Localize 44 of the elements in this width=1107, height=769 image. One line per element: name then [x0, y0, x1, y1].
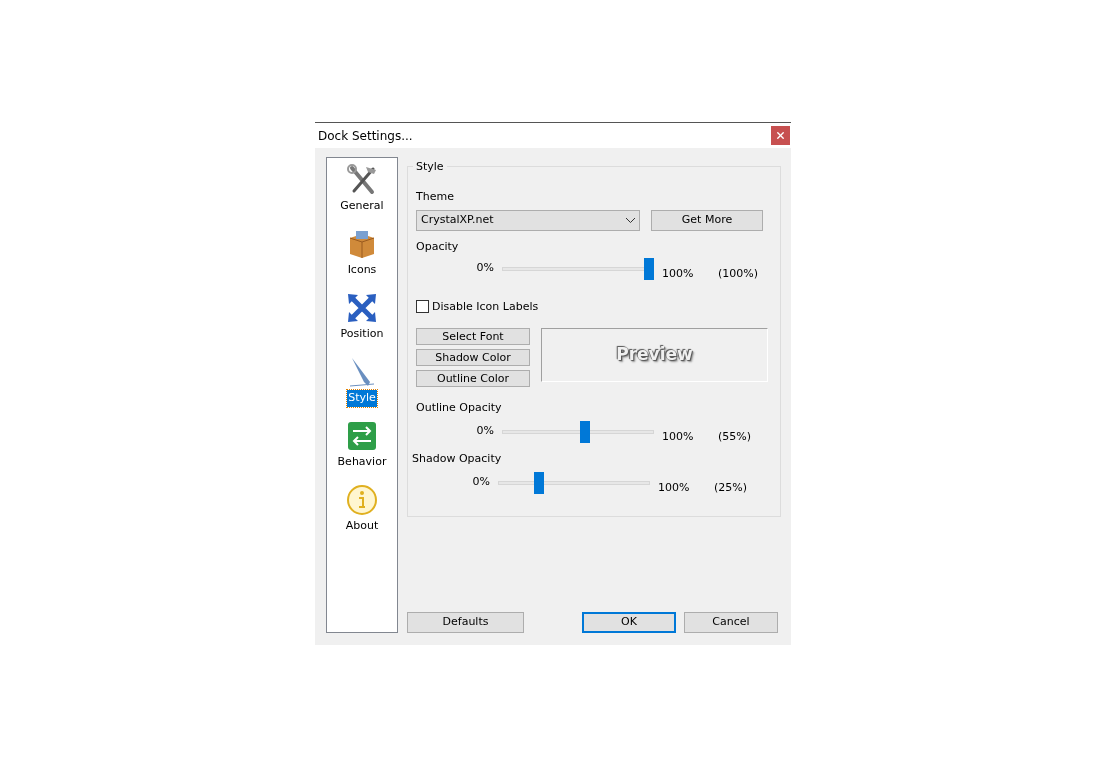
tools-icon	[346, 164, 378, 196]
slider-max-label: 100%	[662, 428, 695, 445]
checkbox-label: Disable Icon Labels	[432, 298, 539, 315]
dialog-button[interactable]: Cancel	[684, 612, 778, 633]
slider-min-label: 0%	[471, 473, 491, 490]
chevron-down-icon	[626, 217, 635, 223]
sidebar-item[interactable]: Style	[346, 356, 378, 420]
theme-dropdown[interactable]: CrystalXP.net	[416, 209, 640, 231]
slider[interactable]	[498, 471, 650, 494]
opacity-label: Opacity	[416, 238, 460, 255]
slider-reading: (55%)	[718, 428, 752, 445]
sidebar-item[interactable]: About	[344, 484, 380, 548]
slider-max-label: 100%	[662, 266, 695, 282]
theme-label: Theme	[416, 189, 455, 205]
slider-thumb[interactable]	[644, 258, 654, 280]
close-button[interactable]	[771, 126, 790, 145]
style-button[interactable]: Shadow Color	[416, 349, 530, 366]
style-button[interactable]: Outline Color	[416, 370, 530, 387]
sidebar-item[interactable]: General	[339, 164, 385, 228]
slider-label: Outline Opacity	[416, 400, 503, 416]
get-more-button[interactable]: Get More	[651, 209, 763, 231]
slider[interactable]	[502, 420, 654, 443]
slider[interactable]	[502, 258, 654, 280]
slider-min-label: 0%	[475, 422, 495, 439]
slider-max-label: 100%	[658, 479, 691, 496]
dialog-button[interactable]: OK	[582, 612, 676, 633]
sidebar-item[interactable]: Behavior	[336, 420, 388, 484]
info-icon	[346, 484, 378, 516]
slider-reading: (100%)	[718, 266, 759, 282]
style-button[interactable]: Select Font	[416, 328, 530, 345]
window-title: Dock Settings...	[318, 127, 413, 145]
preview-text: Preview	[616, 343, 693, 367]
slider-thumb[interactable]	[533, 471, 544, 494]
sidebar-item[interactable]: Position	[339, 292, 385, 356]
sidebar-item[interactable]: Icons	[346, 228, 378, 292]
slider-min-label: 0%	[475, 260, 495, 276]
slider-thumb[interactable]	[580, 420, 591, 443]
dialog-button[interactable]: Defaults	[407, 612, 524, 633]
slider-reading: (25%)	[714, 479, 748, 496]
slider-label: Shadow Opacity	[412, 451, 503, 467]
swap-arrows-icon	[346, 420, 378, 452]
cross-arrows-icon	[346, 292, 378, 324]
checkbox[interactable]	[416, 300, 429, 314]
close-icon	[775, 130, 786, 141]
